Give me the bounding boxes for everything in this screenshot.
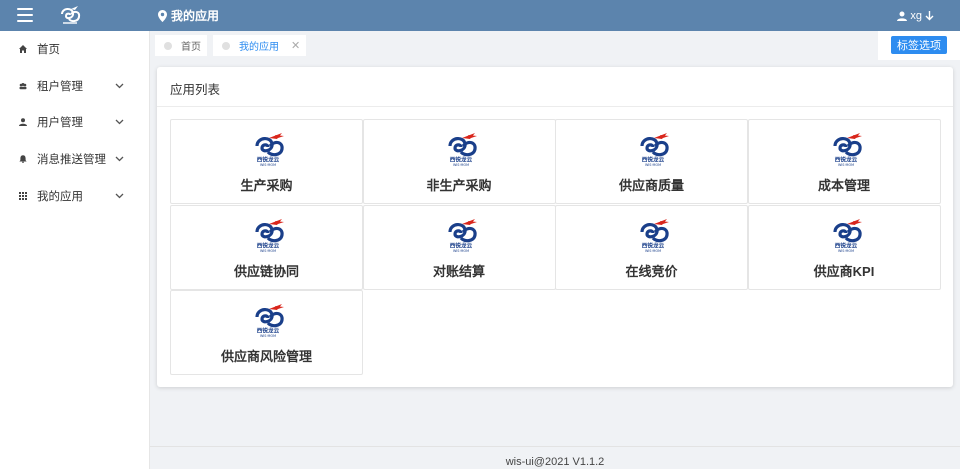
app-tile[interactable]: 西锐龙云 WIS·MOM 供应链协同 [170, 204, 363, 290]
divider [157, 106, 953, 107]
app-logo-icon: 西锐龙云WIS·MOM [447, 133, 477, 167]
app-logo-brand-sub: WIS·MOM [645, 163, 661, 167]
grid-icon [19, 191, 27, 200]
app-tile-label: 供应链协同 [233, 263, 299, 279]
user-icon [897, 11, 908, 21]
app-logo-icon: 西锐龙云WIS·MOM [255, 304, 284, 338]
app-logo-brand-sub: WIS·MOM [452, 249, 468, 253]
home-icon [19, 45, 27, 54]
sidebar-item-label: 用户管理 [37, 117, 83, 130]
tab-label: 我的应用 [239, 42, 279, 53]
user-menu[interactable]: xg [897, 8, 934, 24]
app-logo-brand-sub: WIS·MOM [837, 249, 853, 253]
app-tile[interactable]: 西锐龙云 WIS·MOM 在线竞价 [555, 204, 748, 290]
sidebar-item-label: 首页 [37, 44, 60, 57]
app-list-card: 应用列表 西锐龙云 WIS·MOM 生产采购 西锐龙云 WIS·MOM 非生产采购 西锐龙云… [157, 67, 953, 387]
menu-toggle-icon[interactable] [17, 8, 33, 22]
tag-options-button[interactable]: 标签选项 [891, 36, 947, 54]
app-logo-brand-sub: WIS·MOM [645, 249, 661, 253]
location-pin-icon [158, 10, 167, 22]
sidebar-item-label: 消息推送管理 [37, 154, 106, 167]
app-logo-icon: 西锐龙云WIS·MOM [255, 218, 284, 253]
tab-label: 首页 [181, 42, 201, 53]
sidebar-item-label: 我的应用 [37, 190, 83, 203]
tab-status-dot-icon [222, 41, 230, 50]
brand-logo [61, 6, 81, 24]
app-tile-label: 成本管理 [817, 178, 870, 193]
app-logo-brand-sub: WIS·MOM [260, 163, 276, 167]
app-tile-label: 对账结算 [432, 263, 485, 279]
app-logo-icon: 西锐龙云WIS·MOM [640, 218, 669, 253]
app-logo-icon: 西锐龙云WIS·MOM [640, 133, 669, 167]
app-logo-brand-sub: WIS·MOM [260, 334, 276, 338]
username-label: xg [910, 10, 922, 22]
app-logo-brand-sub: WIS·MOM [837, 163, 853, 167]
app-tile-label: 供应商KPI [813, 263, 875, 279]
chevron-down-icon [115, 156, 124, 162]
app-tile[interactable]: 西锐龙云 WIS·MOM 成本管理 [747, 119, 941, 204]
card-title: 应用列表 [170, 83, 221, 97]
group-icon [19, 82, 27, 90]
app-tile[interactable]: 西锐龙云 WIS·MOM 供应商质量 [555, 119, 748, 204]
app-tile[interactable]: 西锐龙云 WIS·MOM 生产采购 [170, 119, 363, 204]
user-icon [19, 118, 27, 127]
top-header: 我的应用 xg [0, 0, 960, 31]
tab-bar: 首页 我的应用 ✕ [150, 31, 960, 60]
sidebar-item-label: 租户管理 [37, 80, 83, 93]
sidebar-item-tenant-management[interactable]: 租户管理 [0, 68, 149, 105]
app-tile[interactable]: 西锐龙云 WIS·MOM 对账结算 [362, 204, 556, 290]
app-tile-label: 在线竞价 [625, 263, 678, 279]
app-logo-icon: 西锐龙云WIS·MOM [832, 218, 862, 253]
chevron-down-icon [115, 120, 124, 125]
app-tile-label: 生产采购 [240, 178, 293, 193]
sidebar-item-my-apps[interactable]: 我的应用 [0, 177, 149, 214]
bell-icon [19, 155, 27, 164]
footer: wis-ui@2021 V1.1.2 [150, 446, 960, 469]
app-logo-icon: 西锐龙云WIS·MOM [832, 133, 862, 167]
sidebar-item-user-management[interactable]: 用户管理 [0, 104, 149, 141]
app-tile-label: 非生产采购 [426, 178, 492, 193]
close-icon[interactable]: ✕ [291, 39, 300, 52]
tab-my-apps[interactable]: 我的应用 ✕ [213, 35, 306, 56]
footer-text: wis-ui@2021 V1.1.2 [505, 456, 605, 468]
sidebar-item-home[interactable]: 首页 [0, 31, 149, 68]
tag-options-area: 标签选项 [878, 31, 960, 60]
app-tile[interactable]: 西锐龙云 WIS·MOM 供应商KPI [747, 204, 941, 290]
arrow-down-icon [925, 11, 934, 21]
app-logo-brand-sub: WIS·MOM [260, 249, 276, 253]
app-tile-label: 供应商质量 [618, 178, 684, 193]
sidebar: 首页 租户管理 用户管理 消息推送管理 我的应用 [0, 31, 150, 469]
chevron-down-icon [115, 83, 124, 89]
app-tile[interactable]: 西锐龙云 WIS·MOM 非生产采购 [362, 119, 556, 204]
app-logo-icon: 西锐龙云WIS·MOM [255, 133, 284, 167]
app-tile-label: 供应商风险管理 [220, 349, 312, 364]
app-logo-icon: 西锐龙云WIS·MOM [447, 218, 477, 253]
tab-home[interactable]: 首页 [155, 35, 207, 56]
chevron-down-icon [115, 193, 124, 199]
app-logo-brand-sub: WIS·MOM [452, 163, 468, 167]
page-title: 我的应用 [171, 9, 220, 23]
sidebar-item-message-push[interactable]: 消息推送管理 [0, 141, 149, 178]
app-tile[interactable]: 西锐龙云 WIS·MOM 供应商风险管理 [170, 290, 363, 375]
tab-status-dot-icon [164, 41, 172, 50]
